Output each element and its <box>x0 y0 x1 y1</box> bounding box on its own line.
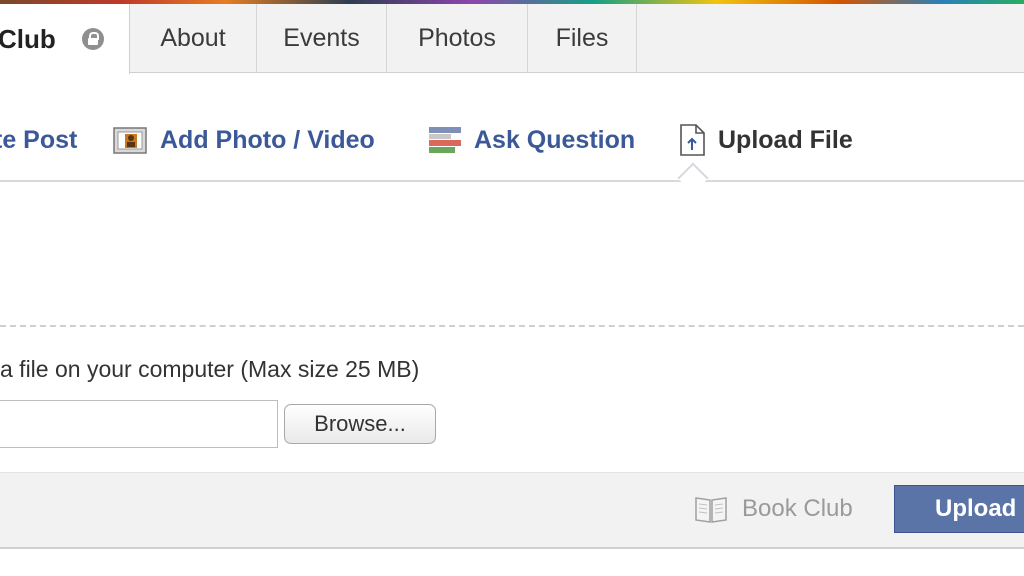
upload-file-action[interactable]: Upload File <box>678 110 853 170</box>
group-name: Club <box>0 23 56 54</box>
group-name-tab[interactable]: Club <box>0 4 130 74</box>
write-post-label: te Post <box>0 125 78 154</box>
book-icon <box>695 497 727 523</box>
photo-video-icon <box>113 127 147 154</box>
tab-label: Photos <box>418 23 496 52</box>
upload-file-icon <box>680 124 705 156</box>
tab-label: Events <box>283 23 360 52</box>
add-photo-video-label: Add Photo / Video <box>160 125 375 154</box>
group-tabs-bar: About Events Photos Files <box>0 4 1024 73</box>
upload-file-label: Upload File <box>718 125 853 154</box>
audience-selector[interactable]: Book Club <box>694 488 853 530</box>
composer-footer <box>0 472 1024 549</box>
write-post-action[interactable]: te Post <box>0 110 77 170</box>
tab-events[interactable]: Events <box>257 4 387 72</box>
audience-label: Book Club <box>742 495 853 522</box>
file-path-input[interactable] <box>0 400 278 448</box>
upload-button[interactable]: Upload <box>894 485 1024 533</box>
upload-instruction: a file on your computer (Max size 25 MB) <box>0 356 420 382</box>
tab-files[interactable]: Files <box>528 4 637 72</box>
tab-photos[interactable]: Photos <box>387 4 528 72</box>
browse-button[interactable]: Browse... <box>284 404 436 444</box>
tab-label: About <box>160 23 226 52</box>
ask-question-label: Ask Question <box>474 125 636 154</box>
question-icon <box>429 127 461 153</box>
composer-actions: te Post Add Photo / Video Ask Question U… <box>0 110 1024 170</box>
composer-divider <box>0 180 1024 182</box>
ask-question-action[interactable]: Ask Question <box>428 110 635 170</box>
lock-icon <box>81 28 104 50</box>
tab-about[interactable]: About <box>130 4 257 72</box>
add-photo-video-action[interactable]: Add Photo / Video <box>112 110 375 170</box>
dashed-separator <box>0 325 1024 327</box>
tab-label: Files <box>555 23 609 52</box>
